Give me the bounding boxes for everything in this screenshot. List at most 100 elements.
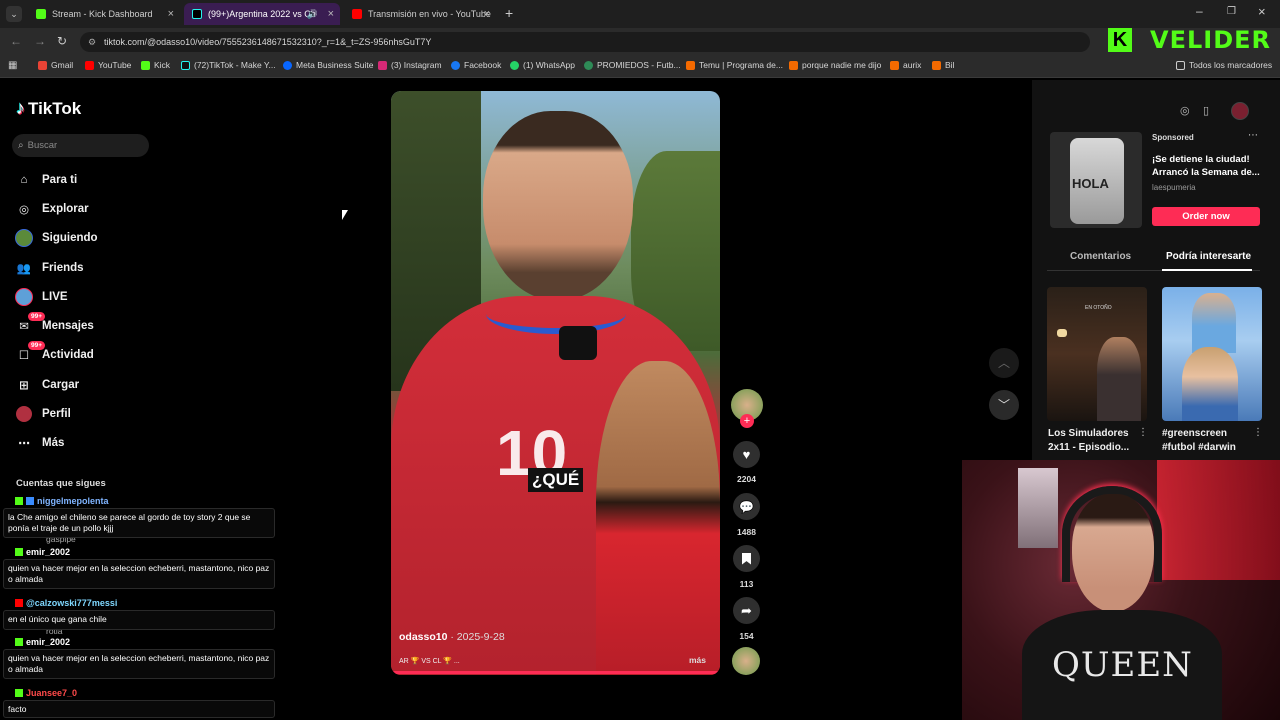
follow-plus-icon[interactable]: + — [740, 414, 754, 428]
speaker-icon[interactable]: 🔊 — [307, 9, 318, 20]
close-icon[interactable]: × — [484, 8, 490, 20]
order-now-button[interactable]: Order now — [1152, 207, 1260, 226]
nav-actividad[interactable]: ☐ 99+ Actividad — [14, 341, 94, 367]
bookmark-label: PROMIEDOS - Futb... — [597, 60, 681, 70]
tiktok-logo[interactable]: ♪ TikTok — [16, 98, 81, 119]
share-icon: ➦ — [741, 602, 752, 618]
reload-icon[interactable]: ↻ — [57, 34, 67, 48]
url-input[interactable]: ⚙ tiktok.com/@odasso10/video/75552361486… — [80, 32, 1090, 52]
bookmark-label: porque nadie me dijo — [802, 60, 882, 70]
tab-tiktok[interactable]: (99+)Argentina 2022 vs Ch 🔊 × — [184, 3, 340, 25]
profile-icon — [14, 404, 34, 424]
like-button[interactable]: ♥ — [733, 441, 760, 468]
suggested-menu-icon[interactable]: ⋮ — [1253, 427, 1263, 438]
nav-explorar[interactable]: ◎ Explorar — [14, 197, 89, 221]
comment-button[interactable]: 💬 — [733, 493, 760, 520]
bookmark-facebook[interactable]: Facebook — [451, 60, 501, 70]
bookmark-aurix[interactable]: aurix — [890, 60, 921, 70]
tab-comentarios[interactable]: Comentarios — [1070, 251, 1131, 262]
bookmark-label: (1) WhatsApp — [523, 60, 575, 70]
nav-para-ti[interactable]: ⌂ Para ti — [14, 168, 78, 192]
compass-icon[interactable]: ◎ — [1180, 104, 1190, 117]
close-window-icon[interactable]: × — [1258, 4, 1266, 19]
activity-badge: 99+ — [28, 341, 46, 350]
bookmark-youtube[interactable]: YouTube — [85, 60, 131, 70]
nav-mensajes[interactable]: ✉ 99+ Mensajes — [14, 312, 94, 338]
bookmark-kick[interactable]: Kick — [141, 60, 170, 70]
video-author[interactable]: odasso10 — [399, 631, 447, 643]
bookmark-temu[interactable]: Temu | Programa de... — [686, 60, 783, 70]
tab-podria-interesarte[interactable]: Podría interesarte — [1166, 251, 1251, 262]
bookmark-meta[interactable]: Meta Business Suite — [283, 60, 373, 70]
minimize-icon[interactable]: – — [1196, 4, 1203, 18]
nav-perfil[interactable]: Perfil — [14, 402, 71, 426]
save-button[interactable] — [733, 545, 760, 572]
close-icon[interactable]: × — [168, 8, 174, 20]
device-icon[interactable]: ▯ — [1203, 104, 1209, 117]
bookmark-bil[interactable]: Bil — [932, 60, 954, 70]
more-caption-button[interactable]: más — [689, 655, 706, 665]
bookmark-instagram[interactable]: (3) Instagram — [378, 60, 442, 70]
nav-cargar[interactable]: ⊞ Cargar — [14, 373, 79, 397]
kick-k-icon: K — [1108, 28, 1132, 52]
bookmark-label: Todos los marcadores — [1189, 60, 1273, 70]
close-icon[interactable]: × — [328, 8, 334, 20]
tab-active-underline — [1162, 269, 1252, 271]
meta-icon — [283, 60, 292, 70]
tab-search-icon[interactable]: ⌄ — [6, 6, 22, 22]
facebook-icon — [451, 60, 460, 70]
comment-count: 1488 — [737, 527, 756, 537]
all-bookmarks-button[interactable]: Todos los marcadores — [1176, 60, 1272, 70]
sponsored-title[interactable]: ¡Se detiene la ciudad! Arrancó la Semana… — [1152, 153, 1260, 179]
tab-label: Stream - Kick Dashboard — [52, 9, 153, 19]
bookmark-label: (72)TikTok - Make Y... — [194, 60, 276, 70]
suggested-video-title[interactable]: #greenscreen #futbol #darwin — [1162, 427, 1257, 455]
next-video-button[interactable]: ﹀ — [989, 390, 1019, 420]
tab-kick-dashboard[interactable]: Stream - Kick Dashboard × — [28, 3, 180, 25]
nav-mas[interactable]: ⋯ Más — [14, 431, 64, 455]
bookmark-gmail[interactable]: Gmail — [38, 60, 73, 70]
maximize-icon[interactable]: ❐ — [1227, 6, 1236, 17]
bookmark-tiktok[interactable]: (72)TikTok - Make Y... — [181, 60, 276, 70]
bookmark-icon — [932, 60, 941, 70]
nav-friends[interactable]: 👥 Friends — [14, 256, 84, 280]
kick-icon — [36, 9, 46, 19]
share-button[interactable]: ➦ — [733, 597, 760, 624]
previous-video-button[interactable]: ︿ — [989, 348, 1019, 378]
poster — [1018, 468, 1058, 548]
nav-live[interactable]: LIVE — [14, 285, 68, 309]
bookmark-promiedos[interactable]: PROMIEDOS - Futb... — [584, 60, 681, 70]
site-info-icon[interactable]: ⚙ — [88, 32, 96, 52]
sponsored-menu-icon[interactable]: ⋯ — [1248, 130, 1258, 141]
nav-siguiendo[interactable]: Siguiendo — [14, 226, 98, 250]
video-date: 2025-9-28 — [456, 631, 505, 643]
activity-icon: ☐ 99+ — [14, 341, 46, 365]
chat-username: emir_2002 — [12, 546, 74, 558]
tab-label: Transmisión en vivo - YouTube — [368, 9, 491, 19]
apps-icon[interactable]: ▦ — [8, 60, 17, 71]
sponsored-image[interactable]: HOLA — [1050, 132, 1142, 228]
suggested-video-thumbnail[interactable] — [1162, 287, 1262, 421]
back-icon[interactable]: ← — [10, 34, 22, 48]
suggested-menu-icon[interactable]: ⋮ — [1138, 427, 1148, 438]
video-progress-bar[interactable] — [391, 671, 720, 674]
sound-avatar[interactable] — [732, 647, 760, 675]
new-tab-button[interactable]: + — [505, 5, 513, 21]
video-player[interactable]: 10 ¿QUÉ odasso10 · 2025-9-28 AR 🏆 VS CL … — [391, 91, 720, 675]
profile-avatar[interactable] — [1231, 102, 1249, 120]
bookmark-whatsapp[interactable]: (1) WhatsApp — [510, 60, 575, 70]
bookmark-label: Facebook — [464, 60, 502, 70]
sponsored-advertiser[interactable]: laespumeria — [1152, 183, 1196, 192]
forward-icon[interactable]: → — [34, 34, 46, 48]
suggested-video-thumbnail[interactable]: EN OTOÑO — [1047, 287, 1147, 421]
save-count: 113 — [739, 579, 754, 589]
streamer-name: VELIDER — [1150, 26, 1271, 54]
chat-username: @calzowski777messi — [12, 597, 121, 609]
comment-icon: 💬 — [739, 499, 754, 514]
bookmark-porque[interactable]: porque nadie me dijo — [789, 60, 881, 70]
tab-youtube-live[interactable]: Transmisión en vivo - YouTube × — [344, 3, 496, 25]
kick-badge-icon — [15, 689, 23, 697]
search-input[interactable]: ⌕ Buscar — [12, 134, 149, 157]
suggested-video-title[interactable]: Los Simuladores 2x11 - Episodio... — [1048, 427, 1143, 455]
avatar-icon — [14, 228, 34, 248]
